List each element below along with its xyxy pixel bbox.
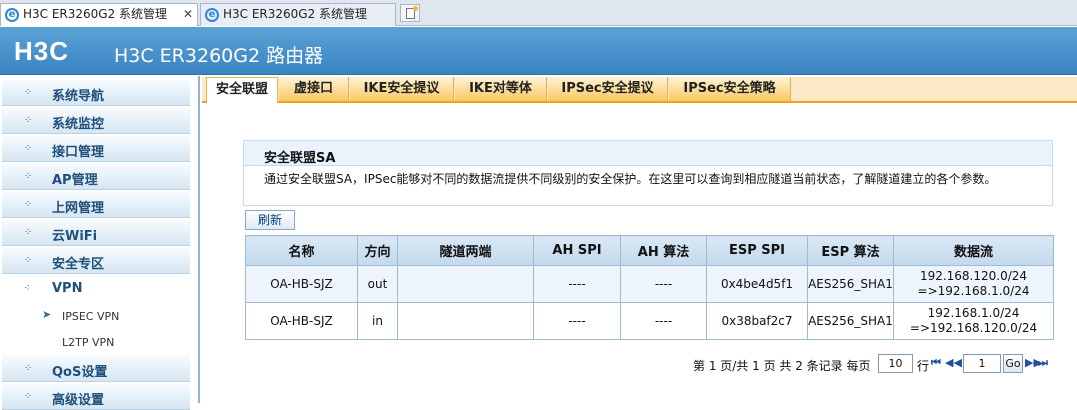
sidebar-item-advanced[interactable]: ⁘ 高级设置 [2, 384, 190, 410]
pager: 第 1 页/共 1 页 共 2 条记录 每页 10 行 ⏮ ◀◀ 1 Go ▶▶… [693, 354, 1073, 374]
cell-ah-alg: ---- [620, 265, 707, 303]
sidebar-item-vpn[interactable]: ⁖ VPN [2, 276, 190, 302]
tab-ike-peer[interactable]: IKE对等体 [455, 77, 547, 101]
cell-esp-spi: 0x4be4d5f1 [706, 265, 808, 303]
app-title: H3C ER3260G2 路由器 [114, 45, 324, 67]
sidebar-subitem-l2tp-vpn[interactable]: L2TP VPN [2, 329, 190, 355]
sidebar-item-internet[interactable]: ⁘ 上网管理 [2, 192, 190, 218]
sidebar-subitem-ipsec-vpn[interactable]: ➤ IPSEC VPN [2, 303, 190, 329]
per-page-unit: 行 [917, 359, 930, 373]
col-header-esp-alg: ESP 算法 [807, 235, 894, 266]
cell-flow: 192.168.120.0/24 =>192.168.1.0/24 [893, 265, 1054, 303]
cell-name: OA-HB-SJZ [245, 302, 358, 340]
first-page-icon[interactable]: ⏮ [931, 356, 941, 370]
cell-ah-spi: ---- [533, 265, 621, 303]
sidebar-item-qos[interactable]: ⁘ QoS设置 [2, 356, 190, 382]
browser-tab-strip: e H3C ER3260G2 系统管理 ✕ e H3C ER3260G2 系统管… [0, 0, 1077, 26]
arrow-right-icon: ➤ [42, 308, 52, 321]
browser-tab-1[interactable]: e H3C ER3260G2 系统管理 ✕ [0, 3, 198, 26]
cell-esp-spi: 0x38baf2c7 [706, 302, 808, 340]
tab-security-association[interactable]: 安全联盟 [206, 77, 278, 103]
col-header-name: 名称 [245, 235, 358, 266]
sidebar-item-ap[interactable]: ⁘ AP管理 [2, 164, 190, 190]
cell-direction: out [357, 265, 398, 303]
refresh-button[interactable]: 刷新 [245, 210, 295, 230]
browser-tab-2[interactable]: e H3C ER3260G2 系统管理 [200, 3, 396, 26]
tab-ike-proposal[interactable]: IKE安全提议 [350, 77, 454, 101]
col-header-direction: 方向 [357, 235, 398, 266]
cell-name: OA-HB-SJZ [245, 265, 358, 303]
sidebar-item-interface[interactable]: ⁘ 接口管理 [2, 136, 190, 162]
h3c-logo: H3C [14, 36, 70, 66]
bullet-icon: ⁘ [24, 363, 33, 374]
cell-tunnel [397, 302, 534, 340]
col-header-esp-spi: ESP SPI [706, 235, 808, 266]
panel-title: 安全联盟SA [264, 151, 336, 166]
flow-dst: =>192.168.120.0/24 [909, 321, 1038, 335]
bullet-icon: ⁘ [24, 199, 33, 210]
ie-icon: e [5, 8, 19, 22]
tab-ipsec-policy[interactable]: IPSec安全策略 [669, 77, 791, 101]
sidebar: ⁘ 系统导航 ⁘ 系统监控 ⁘ 接口管理 ⁘ AP管理 ⁘ 上网管理 ⁘ 云WiFi ⁘ 安全… [0, 76, 200, 410]
close-tab-icon[interactable]: ✕ [183, 4, 193, 25]
flow-src: 192.168.120.0/24 [919, 269, 1028, 283]
cell-tunnel [397, 265, 534, 303]
tab-virtual-interface[interactable]: 虚接口 [279, 77, 349, 101]
bullet-icon: ⁘ [24, 143, 33, 154]
browser-tab-title: H3C ER3260G2 系统管理 [23, 7, 168, 21]
bullet-icon: ⁘ [24, 87, 33, 98]
bullet-icon: ⁘ [24, 227, 33, 238]
browser-tab-title: H3C ER3260G2 系统管理 [223, 7, 368, 21]
col-header-ah-spi: AH SPI [533, 235, 621, 266]
sa-table: 名称 方向 隧道两端 AH SPI AH 算法 ESP SPI ESP 算法 数… [245, 235, 1054, 340]
last-page-icon[interactable]: ⏭ [1038, 356, 1048, 370]
bullet-icon: ⁘ [24, 255, 33, 266]
cell-direction: in [357, 302, 398, 340]
tab-ipsec-proposal[interactable]: IPSec安全提议 [548, 77, 668, 101]
bullet-icon: ⁘ [24, 171, 33, 182]
bullet-icon: ⁘ [24, 115, 33, 126]
go-button[interactable]: Go [1003, 354, 1023, 373]
cell-esp-alg: AES256_SHA1 [807, 265, 894, 303]
pager-summary: 第 1 页/共 1 页 共 2 条记录 每页 [693, 359, 871, 373]
sidebar-item-system-nav[interactable]: ⁘ 系统导航 [2, 80, 190, 106]
ie-icon: e [205, 8, 219, 22]
panel-header: 安全联盟SA [243, 140, 1053, 166]
table-row: OA-HB-SJZ out ---- ---- 0x4be4d5f1 AES25… [245, 265, 1054, 303]
cell-esp-alg: AES256_SHA1 [807, 302, 894, 340]
flow-dst: =>192.168.1.0/24 [917, 284, 1030, 298]
sidebar-item-security[interactable]: ⁘ 安全专区 [2, 248, 190, 274]
table-header-row: 名称 方向 隧道两端 AH SPI AH 算法 ESP SPI ESP 算法 数… [245, 235, 1054, 266]
new-tab-button[interactable] [400, 4, 420, 22]
bullet-icon: ⁘ [24, 391, 33, 402]
prev-page-icon[interactable]: ◀◀ [945, 356, 962, 369]
cell-ah-spi: ---- [533, 302, 621, 340]
col-header-ah-alg: AH 算法 [620, 235, 707, 266]
col-header-flow: 数据流 [893, 235, 1054, 266]
page-number-input[interactable]: 1 [963, 354, 1001, 373]
sidebar-item-system-monitor[interactable]: ⁘ 系统监控 [2, 108, 190, 134]
table-row: OA-HB-SJZ in ---- ---- 0x38baf2c7 AES256… [245, 302, 1054, 340]
app-header: H3C H3C ER3260G2 路由器 [0, 27, 1077, 75]
expanded-bullet-icon: ⁖ [24, 283, 30, 294]
cell-ah-alg: ---- [620, 302, 707, 340]
flow-src: 192.168.1.0/24 [927, 306, 1020, 320]
per-page-input[interactable]: 10 [878, 354, 913, 373]
cell-flow: 192.168.1.0/24 =>192.168.120.0/24 [893, 302, 1054, 340]
content-tabs: 安全联盟 虚接口 IKE安全提议 IKE对等体 IPSec安全提议 IPSec安… [202, 77, 1077, 103]
col-header-tunnel: 隧道两端 [397, 235, 534, 266]
sidebar-item-cloud-wifi[interactable]: ⁘ 云WiFi [2, 220, 190, 246]
panel-description: 通过安全联盟SA，IPSec能够对不同的数据流提供不同级别的安全保护。在这里可以… [243, 166, 1053, 206]
